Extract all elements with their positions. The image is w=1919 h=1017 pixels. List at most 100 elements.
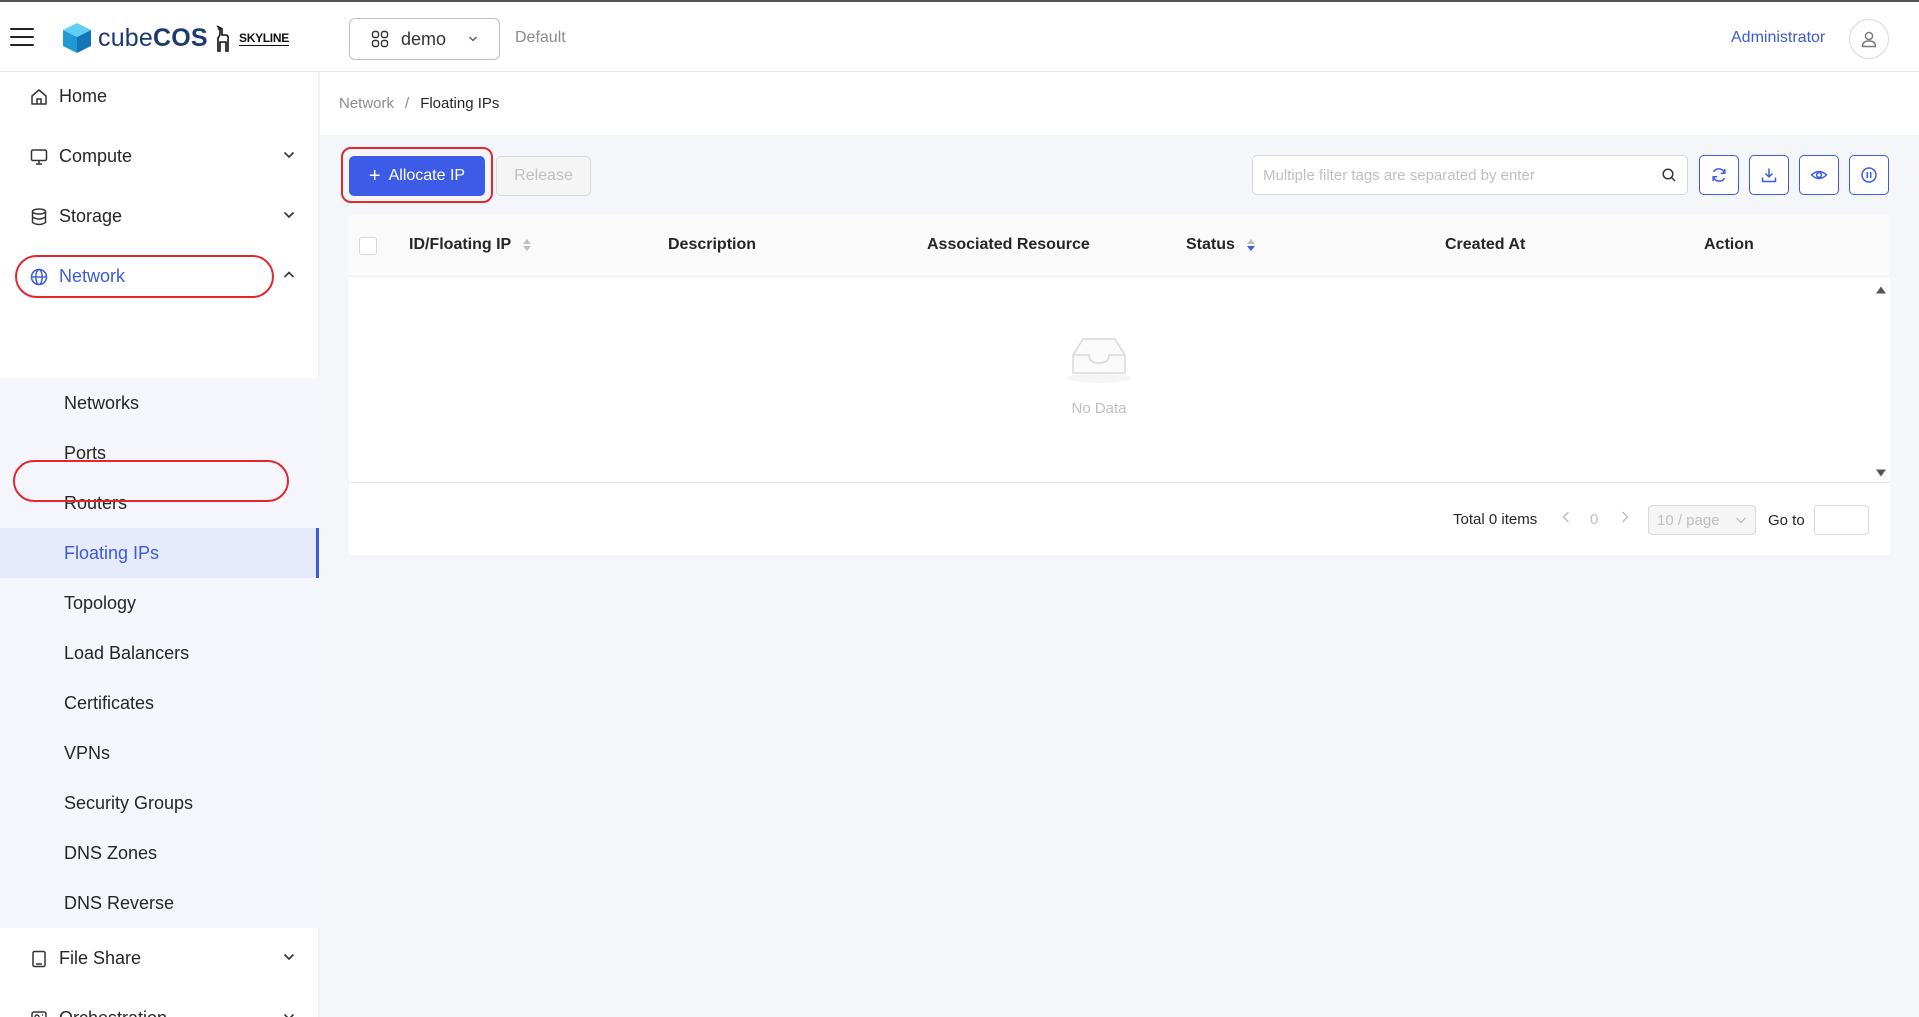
sidebar-item-file-share[interactable]: File Share xyxy=(0,934,319,982)
sidebar-item-security-groups[interactable]: Security Groups xyxy=(0,778,319,828)
monitor-icon xyxy=(30,149,48,165)
plus-icon: + xyxy=(368,165,381,187)
sidebar-item-home[interactable]: Home xyxy=(0,72,319,120)
next-page-icon[interactable] xyxy=(1619,510,1631,524)
sidebar-item-networks[interactable]: Networks xyxy=(0,378,319,428)
brand-name: cubeCOS xyxy=(98,23,208,52)
user-avatar[interactable] xyxy=(1849,19,1889,59)
empty-state-text: No Data xyxy=(1071,400,1127,417)
sidebar-item-orchestration[interactable]: Orchestration xyxy=(0,994,319,1017)
sidebar-item-label: Network xyxy=(59,265,126,286)
pause-circle-icon xyxy=(1861,167,1877,183)
chevron-down-icon xyxy=(283,953,295,961)
allocate-ip-label: Allocate IP xyxy=(388,167,466,184)
home-icon xyxy=(31,89,47,105)
project-grid-icon xyxy=(371,30,389,48)
chevron-down-icon xyxy=(469,36,477,42)
chevron-down-icon xyxy=(1736,517,1746,524)
chevron-down-icon xyxy=(283,1013,295,1017)
total-items: Total 0 items xyxy=(1453,511,1538,528)
breadcrumb-network[interactable]: Network xyxy=(339,95,394,112)
sidebar-item-routers[interactable]: Routers xyxy=(0,478,319,528)
scroll-up-arrow-icon[interactable] xyxy=(1875,285,1887,295)
sidebar-item-storage[interactable]: Storage xyxy=(0,192,319,240)
sidebar-item-label: Orchestration xyxy=(59,1008,167,1017)
sidebar-item-label: File Share xyxy=(59,947,142,968)
goto-page-input[interactable] xyxy=(1814,505,1869,535)
project-select[interactable]: demo xyxy=(349,18,500,60)
chevron-up-icon xyxy=(283,271,295,278)
chevron-down-icon xyxy=(283,151,295,159)
goto-label: Go to xyxy=(1768,512,1805,529)
search-box[interactable] xyxy=(1252,155,1688,195)
sidebar-item-vpns[interactable]: VPNs xyxy=(0,728,319,778)
column-label: Status xyxy=(1186,236,1235,253)
brand-logo[interactable]: cubeCOS xyxy=(62,22,208,54)
llama-logo-icon xyxy=(216,25,230,52)
scroll-down-arrow-icon[interactable] xyxy=(1875,468,1887,478)
allocate-ip-button[interactable]: + Allocate IP xyxy=(349,156,485,196)
file-share-icon xyxy=(32,950,46,968)
sidebar-item-label: Compute xyxy=(59,145,133,166)
cube-logo-icon xyxy=(63,23,91,53)
database-icon xyxy=(31,208,47,226)
table-body: No Data xyxy=(349,277,1890,483)
page-size-value: 10 / page xyxy=(1657,511,1720,529)
breadcrumb-separator: / xyxy=(405,95,410,112)
chevron-down-icon xyxy=(283,211,295,219)
release-button: Release xyxy=(496,156,591,196)
auto-refresh-pause-button[interactable] xyxy=(1849,155,1889,195)
sidebar-item-network[interactable]: Network xyxy=(0,252,319,300)
refresh-icon xyxy=(1712,168,1726,182)
sort-icon xyxy=(523,239,532,251)
column-header-created-at: Created At xyxy=(1445,236,1526,253)
sidebar-item-dns-zones[interactable]: DNS Zones xyxy=(0,828,319,878)
sidebar: Home Compute Storage Network Networks Po… xyxy=(0,72,319,1017)
pagination: Total 0 items 0 10 / page Go to xyxy=(349,484,1890,555)
breadcrumb: Network / Floating IPs xyxy=(320,72,1919,135)
select-all-checkbox[interactable] xyxy=(359,237,377,255)
toolbar: + Allocate IP Release xyxy=(320,135,1919,215)
domain-label: Default xyxy=(515,29,566,46)
partner-name: SKYLINE xyxy=(239,31,289,46)
search-icon[interactable] xyxy=(1661,167,1677,183)
column-header-description: Description xyxy=(668,236,757,253)
download-button[interactable] xyxy=(1749,155,1789,195)
sidebar-item-load-balancers[interactable]: Load Balancers xyxy=(0,628,319,678)
download-icon xyxy=(1761,168,1777,183)
globe-icon xyxy=(30,268,48,286)
top-bar: cubeCOS SKYLINE demo Default Administrat… xyxy=(0,0,1919,72)
user-icon xyxy=(1861,31,1877,48)
search-input[interactable] xyxy=(1263,164,1643,186)
column-visibility-button[interactable] xyxy=(1799,155,1839,195)
sidebar-item-label: Home xyxy=(59,85,108,106)
sidebar-item-topology[interactable]: Topology xyxy=(0,578,319,628)
sidebar-item-label: Storage xyxy=(59,205,123,226)
sidebar-item-compute[interactable]: Compute xyxy=(0,132,319,180)
column-header-associated-resource: Associated Resource xyxy=(927,236,1090,253)
column-header-action: Action xyxy=(1704,236,1754,253)
prev-page-icon[interactable] xyxy=(1560,510,1572,524)
empty-inbox-icon xyxy=(1067,338,1131,383)
orchestration-icon xyxy=(31,1011,47,1017)
sidebar-item-dns-reverse[interactable]: DNS Reverse xyxy=(0,878,319,928)
floating-ip-table: ID/Floating IP Description Associated Re… xyxy=(349,215,1890,555)
breadcrumb-current: Floating IPs xyxy=(420,95,500,112)
sort-icon xyxy=(1246,239,1255,251)
sidebar-item-ports[interactable]: Ports xyxy=(0,428,319,478)
page-size-select[interactable]: 10 / page xyxy=(1648,505,1756,535)
network-submenu: Networks Ports Routers Floating IPs Topo… xyxy=(0,378,319,928)
sidebar-item-certificates[interactable]: Certificates xyxy=(0,678,319,728)
current-page: 0 xyxy=(1590,511,1599,528)
skyline-logo: SKYLINE xyxy=(211,24,289,54)
sidebar-item-floating-ips[interactable]: Floating IPs xyxy=(0,528,319,578)
column-header-status[interactable]: Status xyxy=(1186,236,1256,254)
main-content: Network / Floating IPs + Allocate IP Rel… xyxy=(320,72,1919,1017)
column-header-id[interactable]: ID/Floating IP xyxy=(409,236,532,254)
eye-icon xyxy=(1810,170,1828,180)
table-header: ID/Floating IP Description Associated Re… xyxy=(349,215,1890,277)
menu-toggle-icon[interactable] xyxy=(10,28,34,48)
user-name[interactable]: Administrator xyxy=(1731,29,1825,47)
refresh-button[interactable] xyxy=(1699,155,1739,195)
project-name: demo xyxy=(401,28,447,49)
